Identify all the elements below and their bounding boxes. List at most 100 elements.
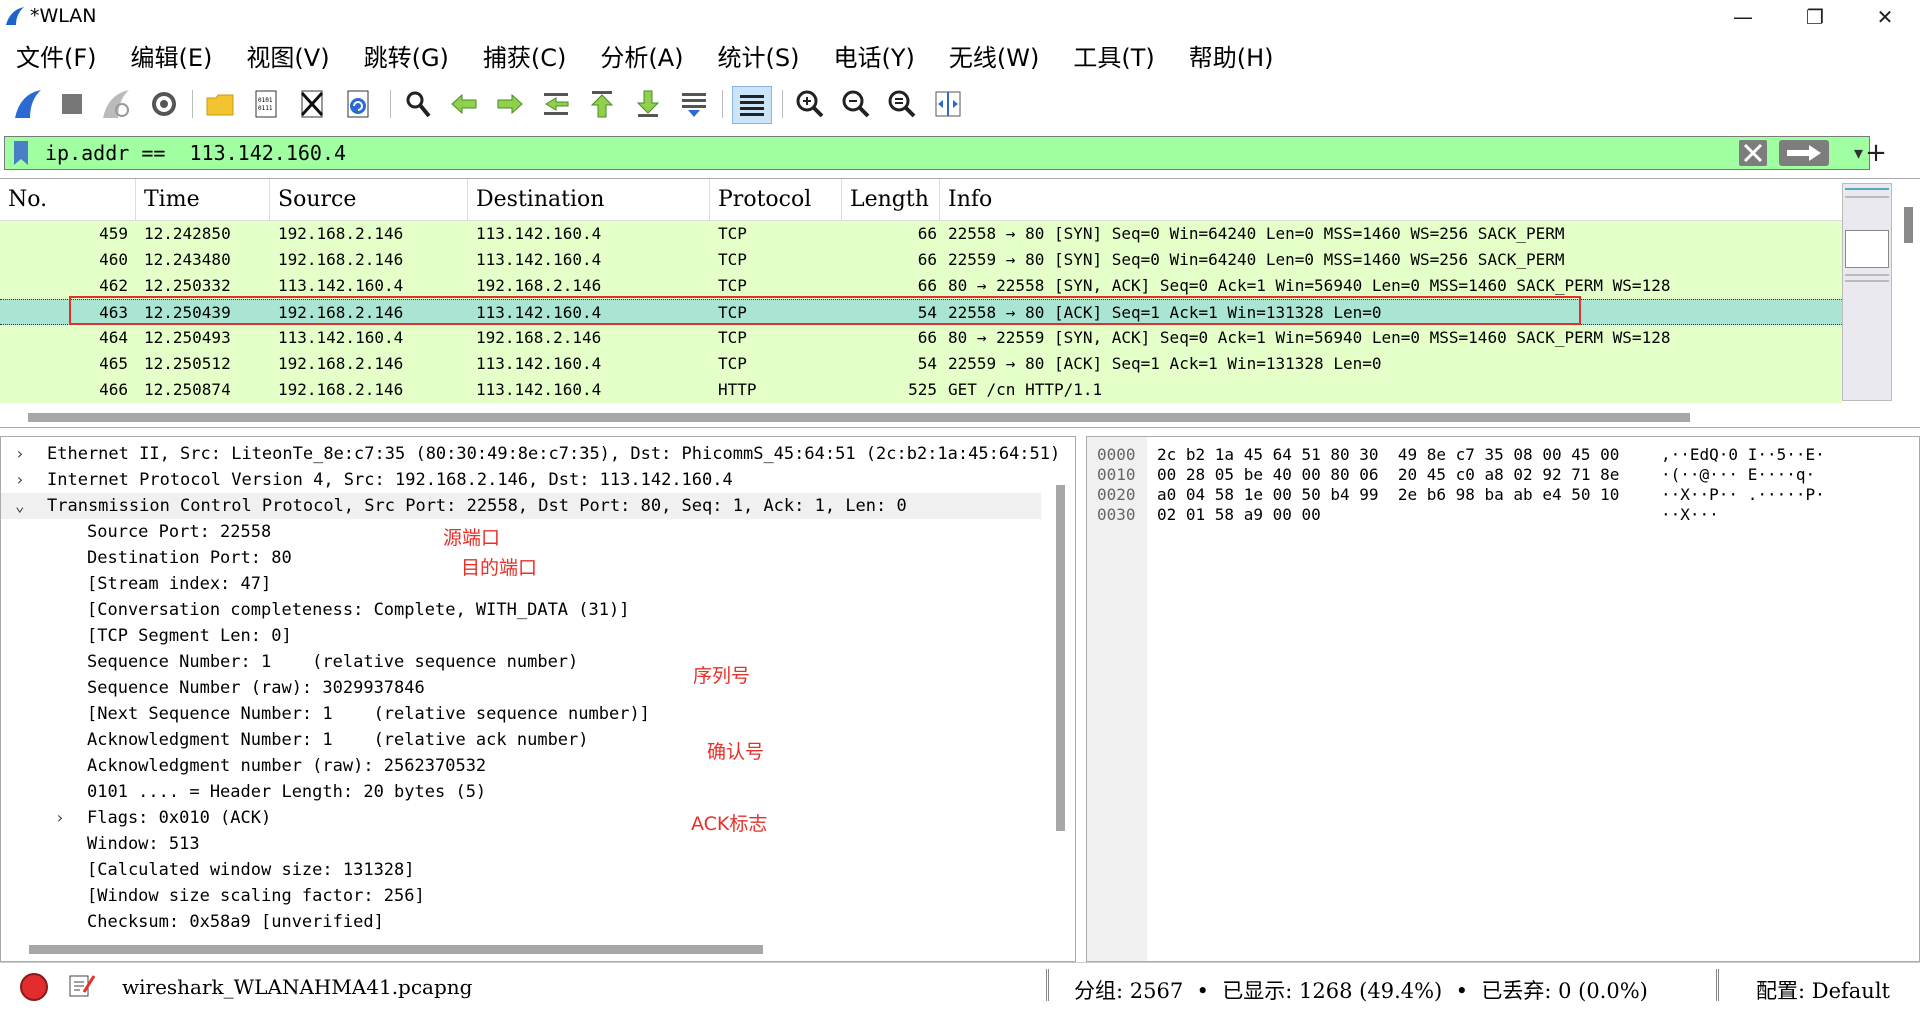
window-title: *WLAN: [30, 5, 97, 27]
byte-hex[interactable]: 2c b2 1a 45 64 51 80 30 49 8e c7 35 08 0…: [1157, 445, 1619, 465]
column-header-protocol[interactable]: Protocol: [710, 179, 842, 221]
tree-node-label: Destination Port: 80: [87, 548, 292, 568]
display-filter-input[interactable]: [45, 138, 1725, 168]
menu-tools[interactable]: 工具(T): [1073, 38, 1154, 73]
table-row[interactable]: 460 12.243480 192.168.2.146 113.142.160.4 TC…: [0, 247, 1842, 273]
apply-filter-arrow-icon[interactable]: [1779, 140, 1829, 166]
go-forward-arrow-icon[interactable]: [492, 86, 528, 122]
table-row[interactable]: 466 12.250874 192.168.2.146 113.142.160.4 HT…: [0, 377, 1842, 403]
packet-time: 12.250493: [144, 328, 231, 347]
column-header-source[interactable]: Source: [270, 179, 468, 221]
close-button[interactable]: ✕: [1850, 0, 1920, 34]
column-header-destination[interactable]: Destination: [468, 179, 710, 221]
column-header-no[interactable]: No.: [0, 179, 136, 221]
menu-help[interactable]: 帮助(H): [1189, 38, 1274, 73]
menu-go[interactable]: 跳转(G): [364, 38, 449, 73]
table-row[interactable]: 464 12.250493 113.142.160.4 192.168.2.146 TC…: [0, 325, 1842, 351]
tree-node-label: Sequence Number: 1 (relative sequence nu…: [87, 652, 579, 672]
packet-time: 12.242850: [144, 224, 231, 243]
packet-list-minimap[interactable]: [1842, 183, 1892, 401]
menu-wireless[interactable]: 无线(W): [949, 38, 1039, 73]
packet-info: 22558 → 80 [SYN] Seq=0 Win=64240 Len=0 M…: [948, 224, 1565, 243]
packet-list-vertical-scrollbar[interactable]: [1896, 179, 1920, 405]
annotation-seq: 序列号: [693, 665, 751, 687]
restart-capture-icon[interactable]: [98, 86, 134, 122]
tree-node-label: [Conversation completeness: Complete, WI…: [87, 600, 630, 620]
tree-node-label: [Calculated window size: 131328]: [87, 860, 415, 880]
capture-comment-icon[interactable]: [66, 970, 96, 1000]
resize-columns-icon[interactable]: [930, 86, 966, 122]
menu-telephony[interactable]: 电话(Y): [834, 38, 915, 73]
add-filter-button[interactable]: +: [1862, 138, 1890, 168]
annotation-ack-flag: ACK标志: [691, 813, 768, 835]
reload-file-icon[interactable]: [340, 86, 376, 122]
auto-scroll-icon[interactable]: [676, 86, 712, 122]
packet-info: 22559 → 80 [SYN] Seq=0 Win=64240 Len=0 M…: [948, 250, 1565, 269]
menu-edit[interactable]: 编辑(E): [131, 38, 213, 73]
minimize-button[interactable]: —: [1708, 0, 1778, 34]
packet-protocol: TCP: [718, 250, 747, 269]
packet-list-horizontal-scrollbar[interactable]: [0, 405, 1842, 427]
filter-bookmark-icon[interactable]: [11, 140, 31, 166]
packet-no: 465: [99, 354, 128, 373]
close-file-icon[interactable]: [294, 86, 330, 122]
byte-ascii[interactable]: ,··EdQ·0 I··5··E·: [1661, 445, 1825, 465]
expert-info-icon[interactable]: [20, 973, 48, 1001]
byte-hex[interactable]: 00 28 05 be 40 00 80 06 20 45 c0 a8 02 9…: [1157, 465, 1619, 485]
column-header-info[interactable]: Info: [940, 179, 1842, 221]
save-file-icon[interactable]: 0101 0111: [248, 86, 284, 122]
stop-capture-icon[interactable]: [54, 86, 90, 122]
first-packet-icon[interactable]: [584, 86, 620, 122]
byte-offset: 0010: [1097, 465, 1136, 484]
packet-protocol: TCP: [718, 354, 747, 373]
last-packet-icon[interactable]: [630, 86, 666, 122]
menu-view[interactable]: 视图(V): [246, 38, 329, 73]
menu-file[interactable]: 文件(F): [16, 38, 97, 73]
byte-ascii[interactable]: ·(··@··· E····q·: [1661, 465, 1815, 485]
go-to-packet-icon[interactable]: [538, 86, 574, 122]
open-file-folder-icon[interactable]: [202, 86, 238, 122]
table-row[interactable]: 465 12.250512 192.168.2.146 113.142.160.4 TC…: [0, 351, 1842, 377]
zoom-in-icon[interactable]: [792, 86, 828, 122]
column-header-time[interactable]: Time: [136, 179, 270, 221]
clear-filter-icon[interactable]: [1739, 140, 1767, 166]
expand-chevron-icon[interactable]: ›: [55, 805, 65, 831]
menu-statistics[interactable]: 统计(S): [718, 38, 800, 73]
toolbar-separator: [782, 90, 783, 118]
table-row[interactable]: 459 12.242850 192.168.2.146 113.142.160.4 TC…: [0, 221, 1842, 247]
colorize-list-icon[interactable]: [732, 86, 772, 124]
packet-destination: 113.142.160.4: [476, 380, 602, 399]
byte-ascii[interactable]: ··X··P·· .·····P·: [1661, 485, 1825, 505]
byte-hex[interactable]: 02 01 58 a9 00 00: [1157, 505, 1321, 525]
details-vertical-scrollbar[interactable]: [1049, 485, 1065, 867]
menu-analyze[interactable]: 分析(A): [600, 38, 683, 73]
display-filter-bar: ▾: [4, 136, 1870, 170]
profile-selector[interactable]: 配置: Default: [1756, 975, 1890, 1005]
capture-options-gear-icon[interactable]: [146, 86, 182, 122]
tree-node-label: Transmission Control Protocol, Src Port:…: [47, 496, 907, 516]
packet-info: 80 → 22559 [SYN, ACK] Seq=0 Ack=1 Win=56…: [948, 328, 1671, 347]
menu-capture[interactable]: 捕获(C): [483, 38, 566, 73]
title-bar: *WLAN — ❐ ✕: [0, 0, 1920, 34]
packet-source: 192.168.2.146: [278, 224, 404, 243]
find-packet-icon[interactable]: [400, 86, 436, 122]
tree-node-label: 0101 .... = Header Length: 20 bytes (5): [87, 782, 487, 802]
byte-ascii[interactable]: ··X···: [1661, 505, 1719, 525]
tree-node-label: [TCP Segment Len: 0]: [87, 626, 292, 646]
packet-list-header: No. Time Source Destination Protocol Len…: [0, 179, 1842, 221]
start-capture-icon[interactable]: [10, 86, 46, 122]
maximize-button[interactable]: ❐: [1780, 0, 1850, 34]
tree-protocol-node[interactable]: ⌄ Transmission Control Protocol, Src Port…: [1, 493, 1041, 519]
status-bar: wireshark_WLANAHMA41.pcapng 分组: 2567 • 已…: [0, 962, 1920, 1010]
collapse-chevron-icon[interactable]: ⌄: [15, 493, 25, 519]
expand-chevron-icon[interactable]: ›: [15, 441, 25, 467]
column-header-length[interactable]: Length: [842, 179, 940, 221]
packet-length: 66: [917, 328, 937, 347]
byte-hex[interactable]: a0 04 58 1e 00 50 b4 99 2e b6 98 ba ab e…: [1157, 485, 1619, 505]
svg-text:0101: 0101: [258, 97, 273, 104]
expand-chevron-icon[interactable]: ›: [15, 467, 25, 493]
zoom-out-icon[interactable]: [838, 86, 874, 122]
zoom-reset-icon[interactable]: [884, 86, 920, 122]
toolbar-separator: [722, 90, 723, 118]
go-back-arrow-icon[interactable]: [446, 86, 482, 122]
